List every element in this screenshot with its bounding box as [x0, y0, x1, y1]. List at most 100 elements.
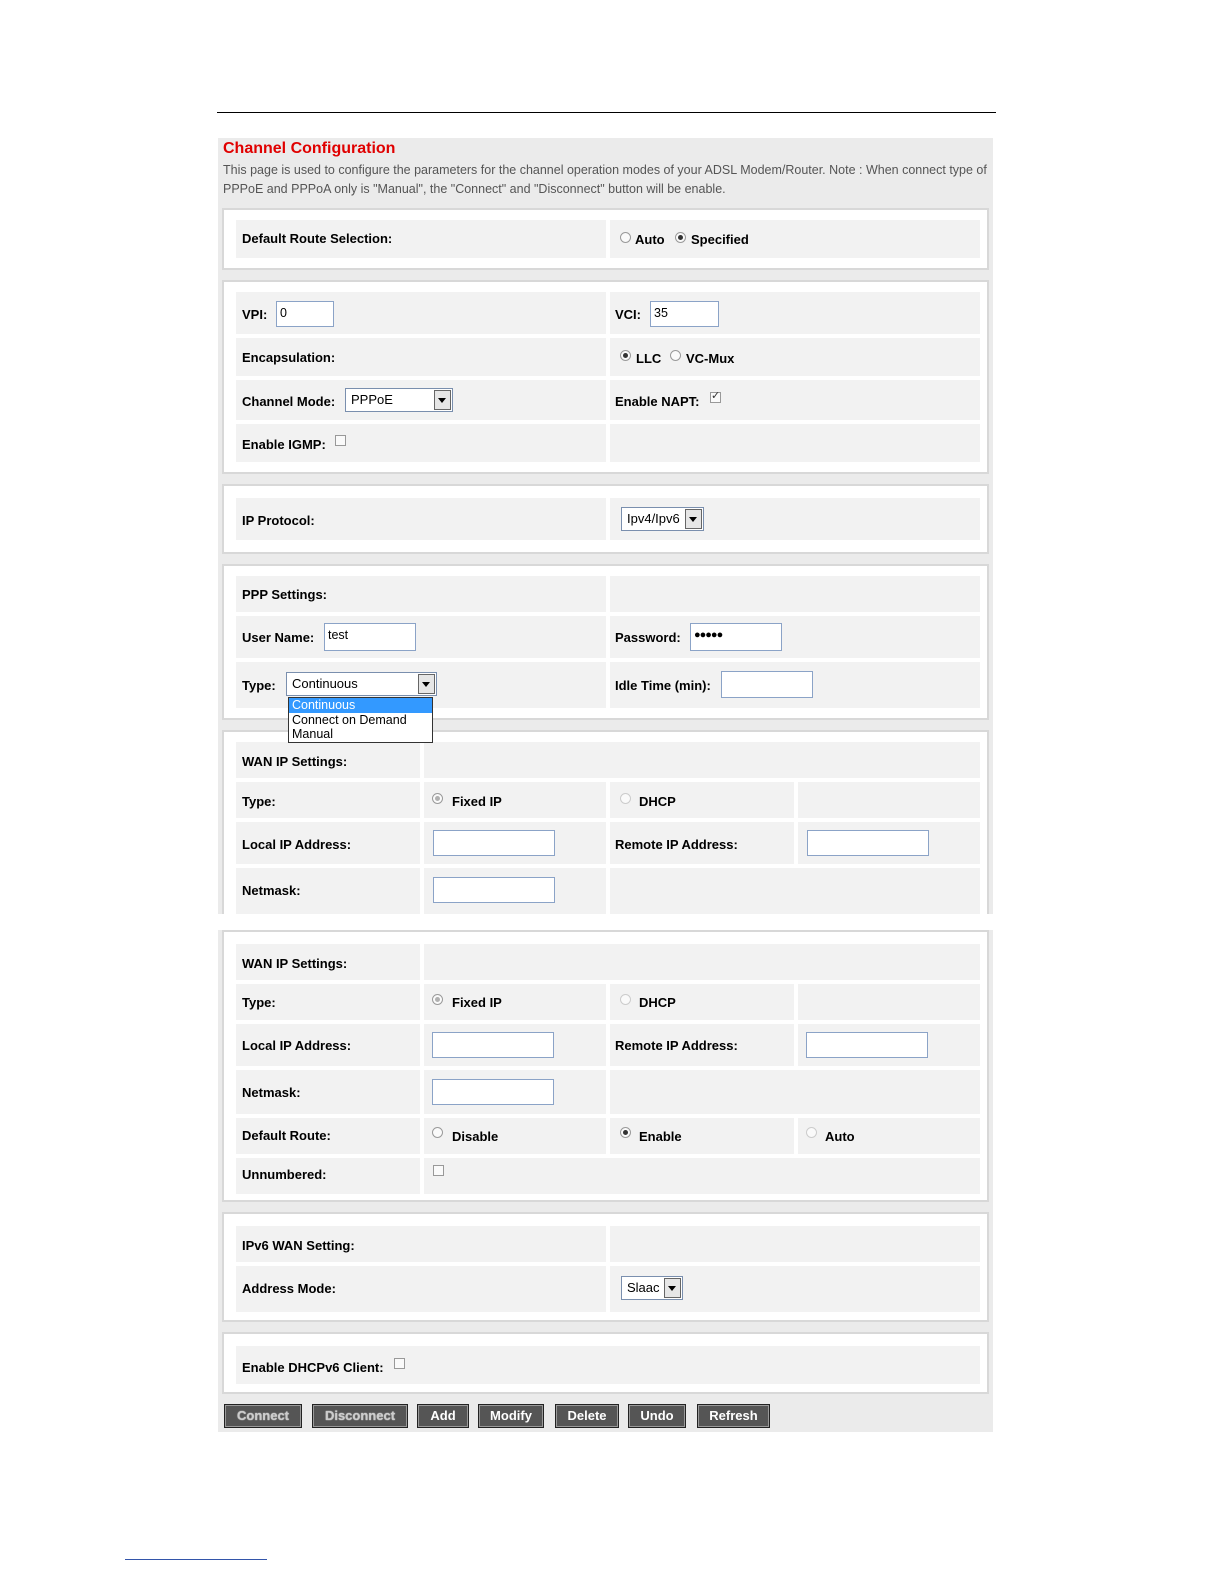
remote-ip-input[interactable] [806, 1032, 928, 1058]
wan-fixed-ip-radio[interactable] [432, 793, 443, 804]
default-route-panel: Default Route Selection: Auto Specified [222, 208, 989, 270]
enable-napt-checkbox[interactable] [710, 389, 721, 403]
default-route-auto-label: Auto [635, 232, 665, 247]
password-input[interactable]: ●●●●● [690, 623, 782, 651]
address-mode-value: Slaac [627, 1280, 660, 1295]
enable-napt-label: Enable NAPT: [615, 394, 700, 409]
page-title: Channel Configuration [223, 140, 396, 157]
ppp-type-option-manual[interactable]: Manual [289, 727, 432, 742]
wan-type-label: Type: [242, 995, 276, 1010]
undo-button[interactable]: Undo [628, 1404, 686, 1428]
enable-igmp-checkbox[interactable] [335, 435, 346, 446]
default-route-auto-label: Auto [825, 1129, 855, 1144]
encapsulation-llc-label: LLC [636, 351, 662, 366]
default-route-auto-radio[interactable] [620, 232, 631, 243]
wan-fixed-ip-label: Fixed IP [452, 794, 502, 809]
wan-ip-settings-label: WAN IP Settings: [242, 754, 348, 769]
default-route-enable-label: Enable [639, 1129, 682, 1144]
address-mode-select[interactable]: Slaac [621, 1276, 683, 1300]
ppp-settings-label: PPP Settings: [242, 587, 328, 602]
dhcpv6-panel: Enable DHCPv6 Client: [222, 1332, 989, 1394]
encapsulation-vcmux-radio[interactable] [670, 350, 681, 361]
ip-protocol-select[interactable]: Ipv4/Ipv6 [621, 507, 704, 531]
add-button[interactable]: Add [417, 1404, 469, 1428]
default-route-disable-label: Disable [452, 1129, 499, 1144]
unnumbered-label: Unnumbered: [242, 1167, 327, 1182]
encapsulation-label: Encapsulation: [242, 350, 336, 365]
page-top-rule [217, 112, 996, 113]
chevron-down-icon[interactable] [418, 674, 435, 694]
vci-input[interactable]: 35 [650, 301, 719, 327]
disconnect-button[interactable]: Disconnect [312, 1404, 408, 1428]
default-route-disable-radio[interactable] [432, 1127, 443, 1138]
remote-ip-input[interactable] [807, 830, 929, 856]
delete-button[interactable]: Delete [555, 1404, 619, 1428]
remote-ip-label: Remote IP Address: [615, 837, 738, 852]
netmask-input[interactable] [432, 1079, 554, 1105]
default-route-selection-label: Default Route Selection: [242, 231, 393, 246]
wan-fixed-ip-label: Fixed IP [452, 995, 502, 1010]
vpi-label: VPI: [242, 307, 268, 322]
default-route-label: Default Route: [242, 1128, 331, 1143]
ip-protocol-label: IP Protocol: [242, 513, 315, 528]
local-ip-input[interactable] [432, 1032, 554, 1058]
ip-protocol-panel: IP Protocol: Ipv4/Ipv6 [222, 484, 989, 554]
refresh-button[interactable]: Refresh [697, 1404, 770, 1428]
screenshot-channel-config-bottom: WAN IP Settings: Type: Fixed IP DHCP Loc… [218, 930, 993, 1432]
connect-button[interactable]: Connect [224, 1404, 302, 1428]
wan-fixed-ip-radio[interactable] [432, 994, 443, 1005]
remote-ip-label: Remote IP Address: [615, 1038, 738, 1053]
local-ip-label: Local IP Address: [242, 837, 352, 852]
page-description: This page is used to configure the param… [223, 163, 987, 196]
ppp-type-dropdown-list: Continuous Connect on Demand Manual [288, 697, 433, 743]
channel-mode-select[interactable]: PPPoE [345, 388, 453, 412]
screenshot-channel-config-top: Channel Configuration This page is used … [218, 138, 993, 914]
ipv6-wan-setting-label: IPv6 WAN Setting: [242, 1238, 355, 1253]
unnumbered-checkbox[interactable] [433, 1165, 444, 1176]
ppp-type-option-connect-on-demand[interactable]: Connect on Demand [289, 713, 432, 728]
channel-mode-value: PPPoE [351, 392, 393, 407]
chevron-down-icon[interactable] [434, 390, 451, 410]
vci-label: VCI: [615, 307, 641, 322]
channel-settings-panel: VPI: 0 VCI: 35 Encapsulation: LLC VC-Mux… [222, 280, 989, 474]
netmask-label: Netmask: [242, 1085, 301, 1100]
wan-ip-settings-label: WAN IP Settings: [242, 956, 348, 971]
footnote-rule [125, 1559, 267, 1560]
netmask-input[interactable] [433, 877, 555, 903]
channel-mode-label: Channel Mode: [242, 394, 336, 409]
modify-button[interactable]: Modify [478, 1404, 544, 1428]
idle-time-input[interactable] [721, 671, 813, 698]
wan-dhcp-label: DHCP [639, 995, 676, 1010]
enable-dhcpv6-checkbox[interactable] [394, 1358, 405, 1369]
wan-type-label: Type: [242, 794, 276, 809]
chevron-down-icon[interactable] [664, 1278, 681, 1298]
wan-dhcp-label: DHCP [639, 794, 676, 809]
wan-dhcp-radio[interactable] [620, 994, 631, 1005]
wan-ip-settings-panel-partial: WAN IP Settings: Type: Fixed IP DHCP Loc… [222, 730, 989, 914]
default-route-specified-label: Specified [691, 232, 749, 247]
wan-ip-settings-panel: WAN IP Settings: Type: Fixed IP DHCP Loc… [222, 930, 989, 1202]
ipv6-wan-setting-panel: IPv6 WAN Setting: Address Mode: Slaac [222, 1212, 989, 1322]
username-input[interactable]: test [324, 623, 416, 651]
ppp-type-value: Continuous [292, 676, 358, 691]
vpi-input[interactable]: 0 [276, 301, 334, 327]
ppp-type-select[interactable]: Continuous [286, 672, 437, 696]
address-mode-label: Address Mode: [242, 1281, 336, 1296]
username-label: User Name: [242, 630, 315, 645]
chevron-down-icon[interactable] [685, 509, 702, 529]
ppp-type-option-continuous[interactable]: Continuous [289, 698, 432, 713]
default-route-auto-radio[interactable] [806, 1127, 817, 1138]
password-label: Password: [615, 630, 681, 645]
ip-protocol-value: Ipv4/Ipv6 [627, 511, 680, 526]
netmask-label: Netmask: [242, 883, 301, 898]
enable-dhcpv6-label: Enable DHCPv6 Client: [242, 1360, 384, 1375]
default-route-enable-radio[interactable] [620, 1127, 631, 1138]
wan-dhcp-radio[interactable] [620, 793, 631, 804]
local-ip-input[interactable] [433, 830, 555, 856]
encapsulation-vcmux-label: VC-Mux [686, 351, 735, 366]
idle-time-label: Idle Time (min): [615, 678, 711, 693]
enable-igmp-label: Enable IGMP: [242, 437, 326, 452]
default-route-specified-radio[interactable] [675, 232, 686, 243]
encapsulation-llc-radio[interactable] [620, 350, 631, 361]
ppp-type-label: Type: [242, 678, 276, 693]
